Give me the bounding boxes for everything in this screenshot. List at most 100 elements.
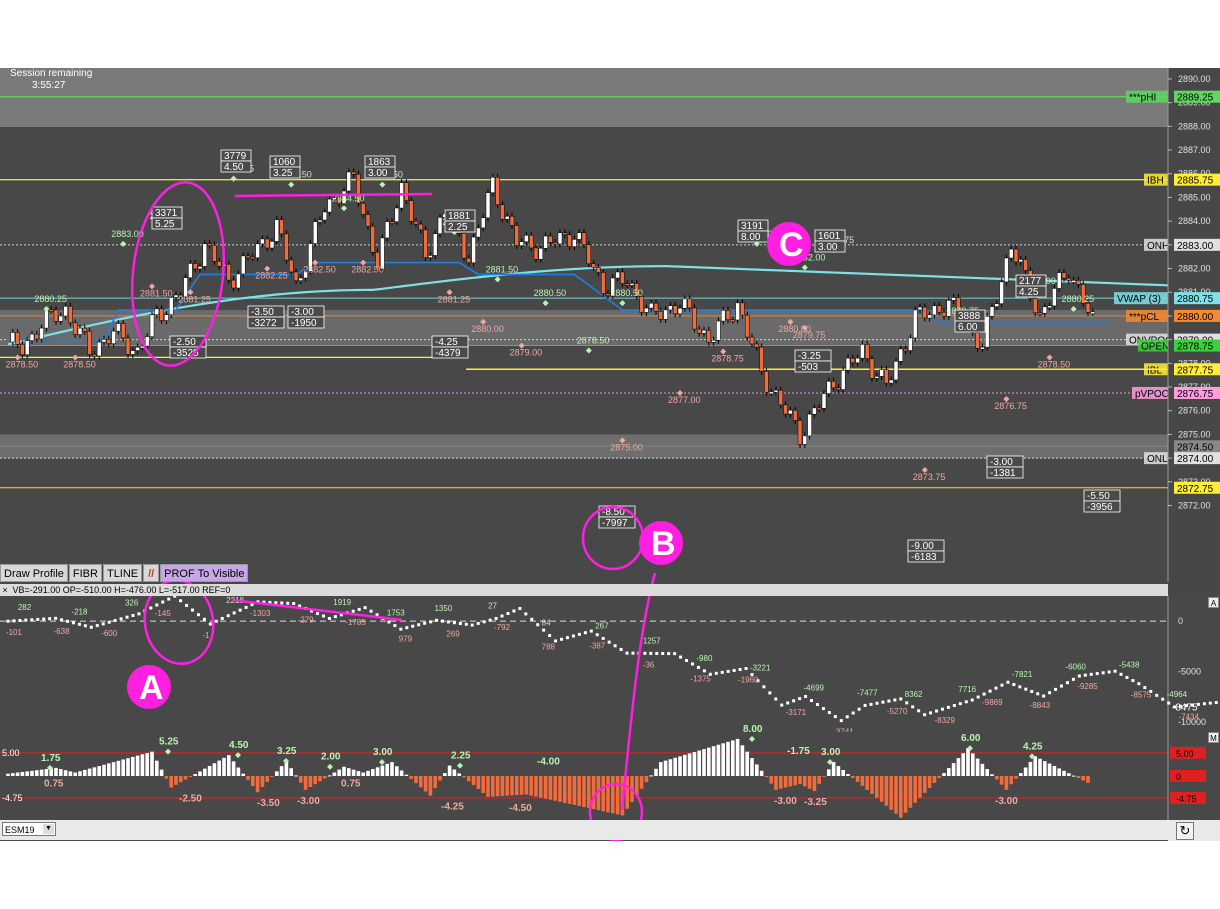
scale-a-button[interactable]: A xyxy=(1208,597,1219,608)
swing-high-label: 2880.50 xyxy=(534,288,567,298)
delta-point xyxy=(470,623,474,627)
candle-body xyxy=(1018,259,1024,263)
swing-bar xyxy=(779,776,783,789)
candle-body xyxy=(485,192,491,219)
swing-bar xyxy=(783,776,788,788)
candle-body xyxy=(317,219,323,223)
swing-bar xyxy=(711,746,716,776)
tline-button[interactable]: TLINE xyxy=(102,564,143,582)
candle-body xyxy=(1052,288,1057,307)
swing-box: -3.00-1950 xyxy=(287,305,325,329)
swing-bar xyxy=(361,772,365,776)
level-value: 2880.00 xyxy=(1177,312,1214,323)
swing-bar xyxy=(539,776,543,798)
swing-bar xyxy=(1052,765,1057,776)
swing-bar xyxy=(563,776,567,803)
swing-bar xyxy=(390,762,394,776)
candle-body xyxy=(850,357,856,364)
prof-to-visible-button[interactable]: PROF To Visible xyxy=(160,564,249,582)
candle-body xyxy=(1023,259,1028,271)
price-tick-label: 2875.00 xyxy=(1178,429,1211,439)
candle-body xyxy=(437,217,443,234)
swing-bar xyxy=(337,769,341,776)
delta-point xyxy=(619,647,623,651)
candle-body xyxy=(269,241,275,249)
delta-low-label: -1960 xyxy=(738,676,759,685)
symbol-select[interactable]: ESM19 ▼ xyxy=(2,822,56,836)
level-tag: IBL xyxy=(1147,365,1162,376)
candle-body xyxy=(836,387,841,391)
candle-body xyxy=(663,309,668,320)
swing-bar xyxy=(476,776,481,790)
candle-body xyxy=(1071,280,1076,283)
candle-body xyxy=(236,273,241,289)
delta-point xyxy=(333,615,337,619)
delta-low-label: -600 xyxy=(101,629,118,638)
delta-point xyxy=(274,601,278,605)
price-tick-label: 2876.00 xyxy=(1178,406,1211,416)
delta-point xyxy=(970,698,974,702)
delta-point xyxy=(1089,672,1093,676)
swing-bar xyxy=(548,776,553,800)
swing-bar xyxy=(510,776,514,796)
swing-bar xyxy=(683,754,687,776)
delta-point xyxy=(12,619,16,623)
session-label: Session remaining xyxy=(10,68,93,79)
delta-point xyxy=(1173,705,1177,709)
swing-bar xyxy=(687,753,692,776)
refresh-icon[interactable]: ↻ xyxy=(1176,822,1194,840)
chart-canvas[interactable]: ***pHIIBHONHVWAP (3)***pCLONVPOCOPENIBLp… xyxy=(0,68,1220,841)
candle-body xyxy=(351,171,356,175)
swing-bar xyxy=(999,776,1004,785)
candle-body xyxy=(1037,312,1043,316)
swing-bar xyxy=(846,774,850,776)
candle-body xyxy=(96,341,102,357)
swing-box: -5.50-3956 xyxy=(1083,489,1121,513)
candle-body xyxy=(754,343,760,348)
delta-high-label: 7716 xyxy=(958,685,976,694)
draw-profile-button[interactable]: Draw Profile xyxy=(0,564,68,582)
swing-bar xyxy=(188,776,193,777)
candle-body xyxy=(922,306,928,319)
swing-box-points: 4.50 xyxy=(224,162,244,173)
delta-point xyxy=(1036,692,1040,696)
swing-box-points: 3.25 xyxy=(273,168,293,179)
candle-body xyxy=(543,235,548,249)
swing-bar xyxy=(198,771,202,776)
slash-tool-icon[interactable]: // xyxy=(143,564,160,582)
delta-low-label: 269 xyxy=(446,630,460,639)
close-icon[interactable]: × xyxy=(0,584,10,596)
candle-body xyxy=(802,435,808,445)
delta-point xyxy=(137,612,141,616)
candle-body xyxy=(389,221,395,224)
candle-body xyxy=(1066,277,1072,281)
swing-bar xyxy=(78,771,82,776)
delta-point xyxy=(595,633,599,637)
price-tick-label: 2884.00 xyxy=(1178,216,1211,226)
delta-point xyxy=(66,619,70,623)
delta-point xyxy=(976,695,980,699)
candle-body xyxy=(44,309,49,329)
swing-bar xyxy=(11,773,15,776)
swing-box-points: 2.25 xyxy=(448,222,468,233)
candle-body xyxy=(1008,248,1014,259)
candle-body xyxy=(783,404,788,415)
candle-body xyxy=(994,303,1000,307)
swing-bar xyxy=(275,771,279,776)
delta-point xyxy=(601,636,605,640)
swing-bar xyxy=(817,776,821,784)
candle-body xyxy=(797,420,803,445)
delta-point xyxy=(1190,703,1194,707)
delta-point xyxy=(1071,677,1075,681)
swing-bar xyxy=(231,761,236,776)
candle-body xyxy=(15,332,20,345)
swing-bar xyxy=(865,776,869,790)
delta-point xyxy=(500,614,504,618)
swing-bar xyxy=(515,776,519,796)
scale-m-button[interactable]: M xyxy=(1208,732,1219,743)
fibr-button[interactable]: FIBR xyxy=(68,564,102,582)
swing-bar xyxy=(947,768,951,776)
swing-bar xyxy=(409,776,413,779)
swing-bar xyxy=(92,767,97,776)
swing-down-value: 0.75 xyxy=(341,779,361,790)
